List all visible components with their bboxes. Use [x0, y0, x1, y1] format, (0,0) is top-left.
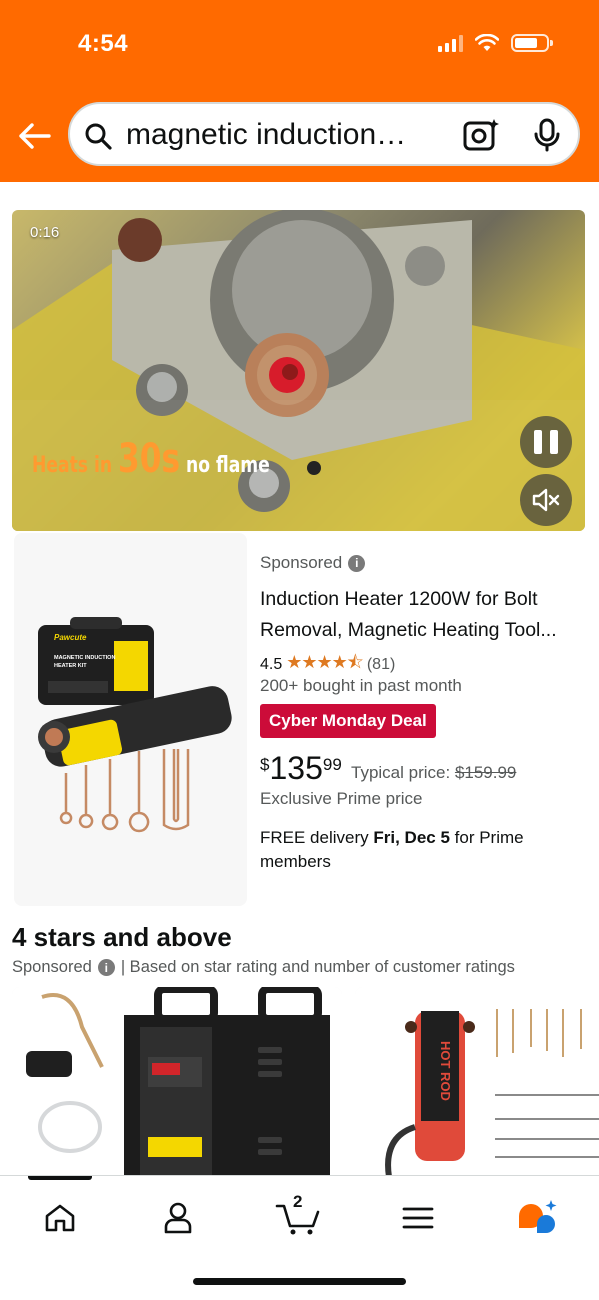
- nav-rufus[interactable]: [512, 1196, 562, 1240]
- image-brand-label: Pawcute: [54, 633, 87, 642]
- back-arrow-icon: [19, 123, 51, 149]
- microphone-icon[interactable]: [532, 117, 562, 153]
- section-subtitle: Sponsored i | Based on star rating and n…: [12, 958, 515, 977]
- search-icon: [85, 123, 112, 150]
- battery-icon: [511, 34, 553, 52]
- nav-home[interactable]: [35, 1196, 85, 1240]
- video-caption-highlight: 30s: [118, 436, 181, 482]
- pause-button[interactable]: [520, 416, 572, 468]
- typical-price-label: Typical price:: [351, 763, 455, 782]
- product-price: $ 135 99: [260, 750, 342, 786]
- sponsored-label[interactable]: Sponsored i: [260, 553, 366, 573]
- status-icons: [438, 34, 553, 52]
- section-subtitle-text: | Based on star rating and number of cus…: [120, 958, 515, 976]
- cellular-signal-icon: [438, 34, 463, 52]
- delivery-info: FREE delivery Fri, Dec 5 for Prime membe…: [260, 826, 580, 874]
- delivery-prefix: FREE delivery: [260, 828, 374, 847]
- camera-lens-icon[interactable]: [462, 117, 500, 153]
- home-icon: [45, 1204, 75, 1232]
- search-bar[interactable]: magnetic induction…: [68, 102, 580, 166]
- rufus-ai-icon: [519, 1200, 557, 1233]
- product-title[interactable]: Induction Heater 1200W for Bolt Removal,…: [260, 584, 580, 646]
- menu-icon: [402, 1207, 434, 1229]
- nav-account[interactable]: [153, 1196, 203, 1240]
- rating-value: 4.5: [260, 656, 283, 673]
- induction-heater-kit-image: [38, 617, 232, 833]
- mute-button[interactable]: [520, 474, 572, 526]
- info-icon[interactable]: i: [97, 959, 115, 976]
- section-title: 4 stars and above: [12, 922, 232, 952]
- back-button[interactable]: [14, 116, 54, 156]
- price-whole: 135: [269, 750, 323, 786]
- video-frame-image: [12, 210, 585, 531]
- nav-menu[interactable]: [393, 1196, 443, 1240]
- speaker-muted-icon: [532, 488, 560, 512]
- induction-heater-cabinet-image: [12, 987, 342, 1187]
- search-input[interactable]: magnetic induction…: [126, 118, 442, 152]
- product-card[interactable]: HOT ROD: [355, 987, 599, 1187]
- section-sponsored-label: Sponsored: [12, 958, 92, 976]
- video-timestamp: 0:16: [30, 224, 60, 241]
- image-kit-label-line2: HEATER KIT: [54, 663, 87, 669]
- pause-icon: [550, 430, 558, 454]
- sponsored-text: Sponsored: [260, 553, 343, 572]
- hot-rod-heater-image: [355, 987, 599, 1187]
- delivery-date: Fri, Dec 5: [373, 828, 450, 847]
- typical-price-value: $159.99: [454, 763, 517, 782]
- price-symbol: $: [260, 755, 270, 774]
- image-kit-label-line1: MAGNETIC INDUCTION: [54, 655, 116, 661]
- prime-exclusive-text: Exclusive Prime price: [260, 789, 423, 808]
- video-caption-part: Heats in: [32, 453, 119, 478]
- typical-price: Typical price: $159.99: [351, 763, 516, 783]
- video-caption: Heats in 30s no flame: [32, 436, 270, 482]
- pause-icon: [534, 430, 542, 454]
- cart-count: 2: [293, 1192, 303, 1211]
- video-caption-part: no flame: [180, 453, 270, 478]
- bought-count: 200+ bought in past month: [260, 676, 462, 695]
- product-card[interactable]: [12, 987, 342, 1187]
- status-time: 4:54: [78, 30, 129, 57]
- nav-cart[interactable]: 2: [273, 1192, 323, 1240]
- app-header: 4:54 magnetic induction…: [0, 0, 599, 182]
- info-icon[interactable]: i: [348, 554, 366, 572]
- rating-count: (81): [366, 656, 396, 673]
- active-tab-indicator: [28, 1176, 92, 1180]
- home-indicator: [193, 1278, 406, 1285]
- product-image[interactable]: Pawcute MAGNETIC INDUCTION HEATER KIT: [14, 533, 247, 906]
- price-fraction: 99: [322, 755, 342, 774]
- wifi-icon: [475, 34, 499, 51]
- deal-badge: Cyber Monday Deal: [260, 704, 436, 738]
- video-ad[interactable]: 0:16 Heats in 30s no flame: [12, 210, 585, 531]
- card-product-label: HOT ROD: [438, 1041, 453, 1101]
- account-icon: [164, 1202, 192, 1234]
